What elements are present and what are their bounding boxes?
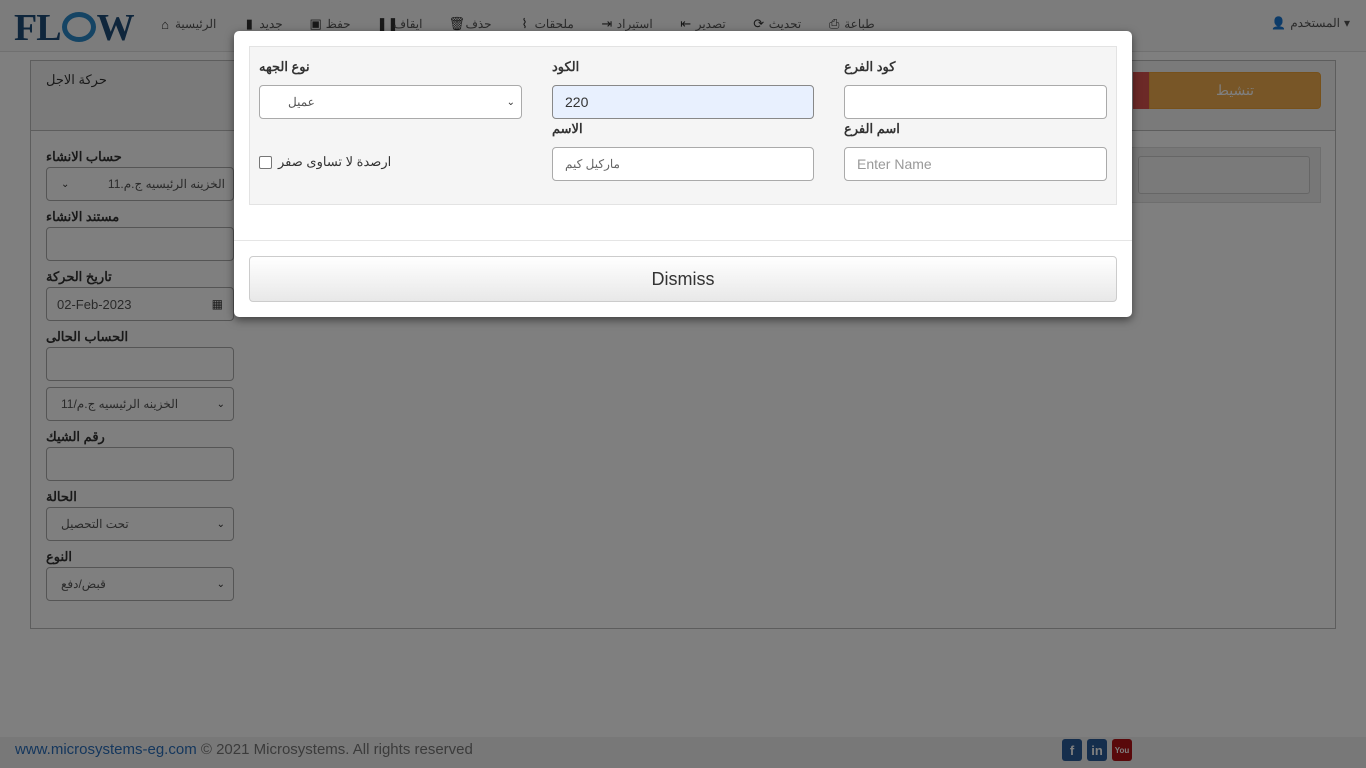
branch-code-input[interactable] bbox=[844, 85, 1107, 119]
modal-form-panel: نوع الجهه الكود كود الفرع عميل ⌄ 220 الا… bbox=[249, 46, 1117, 205]
code-input[interactable]: 220 bbox=[552, 85, 814, 119]
dismiss-button[interactable]: Dismiss bbox=[249, 256, 1117, 302]
chevron-down-icon: ⌄ bbox=[506, 96, 515, 108]
branch-name-label: اسم الفرع bbox=[844, 121, 900, 136]
code-label: الكود bbox=[552, 59, 580, 74]
name-input[interactable]: ماركيل كيم bbox=[552, 147, 814, 181]
branch-code-label: كود الفرع bbox=[844, 59, 896, 74]
entity-type-value: عميل bbox=[288, 95, 315, 109]
entity-search-modal: نوع الجهه الكود كود الفرع عميل ⌄ 220 الا… bbox=[234, 31, 1132, 317]
nonzero-balance-checkbox-row[interactable]: ارصدة لا تساوى صفر bbox=[259, 154, 391, 170]
nonzero-balance-label: ارصدة لا تساوى صفر bbox=[278, 154, 392, 169]
entity-type-label: نوع الجهه bbox=[259, 59, 310, 74]
modal-divider bbox=[234, 240, 1132, 241]
nonzero-balance-checkbox[interactable] bbox=[259, 155, 272, 169]
entity-type-select[interactable]: عميل ⌄ bbox=[259, 85, 522, 119]
name-label: الاسم bbox=[552, 121, 583, 136]
branch-name-input[interactable]: Enter Name bbox=[844, 147, 1107, 181]
